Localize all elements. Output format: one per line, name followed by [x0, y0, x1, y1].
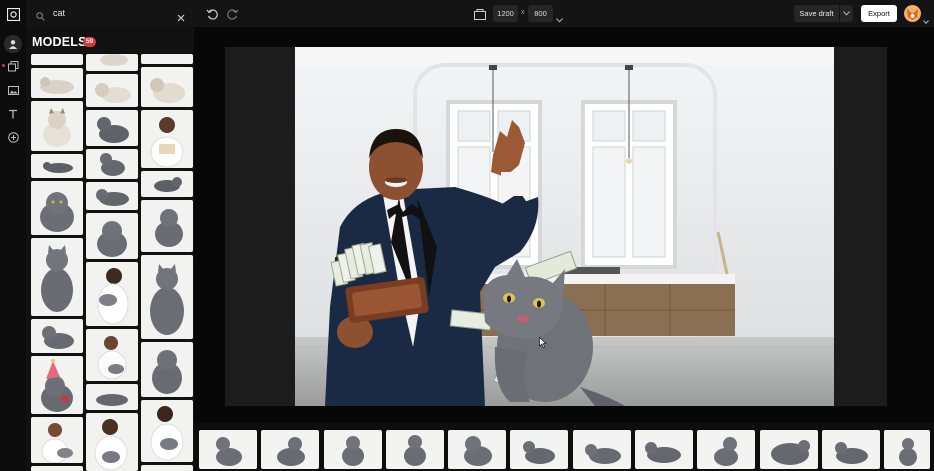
canvas-photo[interactable]: [295, 47, 834, 406]
top-toolbar: 1200 x 800 Save draft Export: [194, 0, 934, 27]
model-thumbnail[interactable]: [31, 238, 83, 316]
left-rail: [0, 0, 26, 471]
model-thumbnail[interactable]: [86, 413, 138, 471]
model-thumbnail[interactable]: [31, 68, 83, 98]
height-input[interactable]: 800: [528, 5, 553, 22]
strip-thumbnail[interactable]: [697, 430, 755, 469]
model-thumbnail[interactable]: [86, 262, 138, 326]
bottom-thumbnail-strip: [194, 423, 934, 471]
model-thumbnail[interactable]: [141, 110, 193, 168]
cursor-icon: [539, 337, 547, 348]
model-thumbnail[interactable]: [86, 182, 138, 210]
models-panel: cat MODELS 59: [26, 0, 194, 471]
strip-thumbnail[interactable]: [822, 430, 880, 469]
model-thumbnail[interactable]: [31, 417, 83, 463]
model-thumbnail[interactable]: [141, 67, 193, 107]
text-icon[interactable]: [6, 107, 20, 121]
strip-thumbnail[interactable]: [199, 430, 257, 469]
width-input[interactable]: 1200: [493, 5, 518, 22]
model-thumbnail[interactable]: [31, 154, 83, 178]
canvas-area: [194, 27, 934, 423]
model-thumbnail[interactable]: [31, 319, 83, 353]
redo-icon[interactable]: [227, 7, 239, 25]
model-thumbnail[interactable]: [141, 171, 193, 197]
save-options-button[interactable]: [840, 5, 853, 22]
model-thumbnail[interactable]: [86, 149, 138, 179]
strip-thumbnail[interactable]: [884, 430, 930, 469]
active-indicator: [2, 64, 5, 67]
strip-thumbnail[interactable]: [261, 430, 319, 469]
pages-icon[interactable]: [6, 59, 20, 73]
user-icon[interactable]: [4, 35, 22, 53]
export-button[interactable]: Export: [861, 5, 897, 22]
model-thumbnail[interactable]: [141, 255, 193, 339]
panel-title: MODELS: [32, 35, 87, 49]
model-thumbnail[interactable]: [31, 54, 83, 65]
model-grid: [31, 54, 193, 471]
strip-thumbnail[interactable]: [760, 430, 818, 469]
add-icon[interactable]: [6, 130, 20, 144]
model-thumbnail[interactable]: [31, 356, 83, 414]
model-thumbnail[interactable]: [141, 54, 193, 64]
save-draft-button[interactable]: Save draft: [794, 5, 839, 22]
model-thumbnail[interactable]: [141, 465, 193, 471]
image-icon[interactable]: [6, 83, 20, 97]
model-thumbnail[interactable]: [141, 342, 193, 397]
close-icon[interactable]: [177, 9, 185, 27]
logo-icon[interactable]: [6, 7, 20, 21]
chevron-down-icon[interactable]: [556, 10, 563, 28]
strip-thumbnail[interactable]: [386, 430, 444, 469]
chevron-down-icon: [843, 11, 850, 16]
dimension-separator: x: [521, 9, 525, 16]
strip-thumbnail[interactable]: [448, 430, 506, 469]
model-thumbnail[interactable]: [86, 74, 138, 107]
model-thumbnail[interactable]: [86, 110, 138, 146]
model-thumbnail[interactable]: [141, 200, 193, 252]
search-icon: [36, 8, 45, 26]
search-input[interactable]: cat: [53, 8, 65, 18]
count-badge: 59: [83, 37, 96, 47]
strip-thumbnail[interactable]: [635, 430, 693, 469]
model-thumbnail[interactable]: [86, 329, 138, 381]
model-thumbnail[interactable]: [86, 54, 138, 71]
resize-icon[interactable]: [474, 7, 486, 25]
strip-thumbnail[interactable]: [324, 430, 382, 469]
model-thumbnail[interactable]: [141, 400, 193, 462]
model-thumbnail[interactable]: [31, 466, 83, 471]
strip-thumbnail[interactable]: [573, 430, 631, 469]
search-bar[interactable]: cat: [26, 0, 194, 27]
model-thumbnail[interactable]: [31, 181, 83, 235]
model-thumbnail[interactable]: [86, 384, 138, 410]
undo-icon[interactable]: [206, 7, 218, 25]
model-thumbnail[interactable]: [31, 101, 83, 151]
artboard[interactable]: [225, 47, 887, 406]
strip-thumbnail[interactable]: [510, 430, 568, 469]
avatar[interactable]: [904, 5, 921, 22]
model-thumbnail[interactable]: [86, 213, 138, 259]
